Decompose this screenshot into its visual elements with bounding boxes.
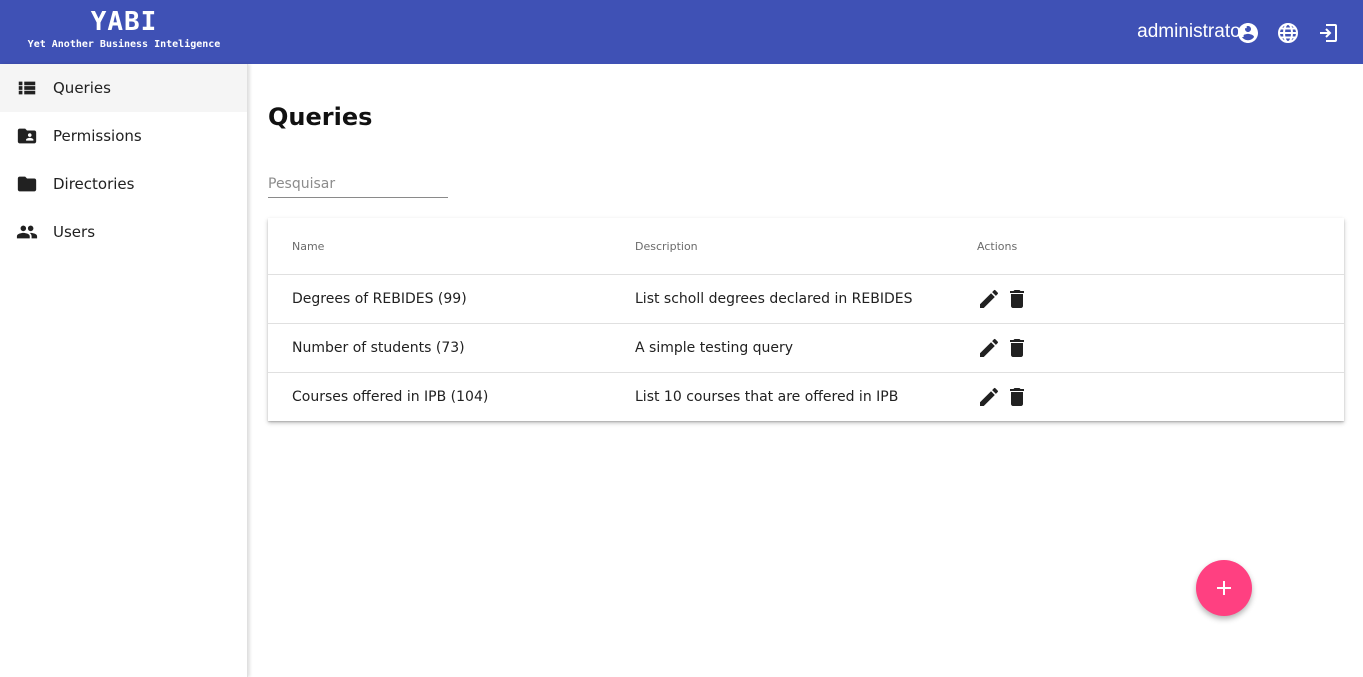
sidebar-item-label: Users	[53, 223, 96, 241]
top-app-bar: YABI Yet Another Business Inteligence ad…	[0, 0, 1363, 64]
app-subtitle: Yet Another Business Inteligence	[27, 39, 221, 50]
row-description: List 10 courses that are offered in IPB	[635, 389, 899, 405]
add-query-button[interactable]	[1196, 560, 1252, 616]
delete-icon[interactable]	[1005, 336, 1029, 360]
account-circle-icon[interactable]	[1236, 21, 1260, 45]
edit-icon[interactable]	[977, 385, 1001, 409]
column-header-name[interactable]: Name	[268, 218, 635, 275]
row-description: List scholl degrees declared in REBIDES	[635, 274, 977, 324]
edit-icon[interactable]	[977, 336, 1001, 360]
sidebar-item-label: Queries	[53, 79, 111, 97]
queries-table-card: Name Description Actions Degrees of REBI…	[268, 218, 1344, 421]
table-row[interactable]: Degrees of REBIDES (99) List scholl degr…	[268, 274, 1344, 324]
sidebar-item-permissions[interactable]: Permissions	[0, 112, 247, 160]
sidebar-item-users[interactable]: Users	[0, 208, 247, 256]
row-name: Number of students (73)	[268, 323, 635, 373]
add-icon	[1212, 576, 1236, 600]
column-header-description[interactable]: Description	[635, 218, 977, 275]
column-header-actions: Actions	[977, 218, 1344, 275]
sidebar-item-queries[interactable]: Queries	[0, 64, 247, 112]
people-icon	[16, 221, 38, 243]
row-name: Courses offered in IPB (104)	[292, 389, 489, 405]
list-icon	[16, 77, 38, 99]
username-label: administrator	[1137, 21, 1247, 42]
row-actions	[977, 323, 1344, 373]
folder-icon	[16, 173, 38, 195]
table-row[interactable]: Courses offered in IPB (104) List 10 cou…	[268, 373, 1344, 422]
sidebar-item-label: Permissions	[53, 127, 142, 145]
globe-icon[interactable]	[1276, 21, 1300, 45]
sidebar-item-label: Directories	[53, 175, 135, 193]
folder-shared-icon	[16, 125, 38, 147]
row-description: A simple testing query	[635, 323, 977, 373]
app-title: YABI	[90, 7, 158, 37]
sidebar-item-directories[interactable]: Directories	[0, 160, 247, 208]
row-actions	[977, 373, 1344, 422]
delete-icon[interactable]	[1005, 287, 1029, 311]
search-input[interactable]	[268, 171, 448, 198]
logout-icon[interactable]	[1316, 21, 1340, 45]
page-title: Queries	[268, 103, 373, 131]
row-name: Degrees of REBIDES (99)	[268, 274, 635, 324]
table-row[interactable]: Number of students (73) A simple testing…	[268, 323, 1344, 373]
queries-table: Name Description Actions Degrees of REBI…	[268, 218, 1344, 421]
row-actions	[977, 274, 1344, 324]
edit-icon[interactable]	[977, 287, 1001, 311]
table-header-row: Name Description Actions	[268, 218, 1344, 275]
app-logo: YABI Yet Another Business Inteligence	[26, 8, 222, 51]
delete-icon[interactable]	[1005, 385, 1029, 409]
sidebar: Queries Permissions Directories Users	[0, 64, 248, 677]
